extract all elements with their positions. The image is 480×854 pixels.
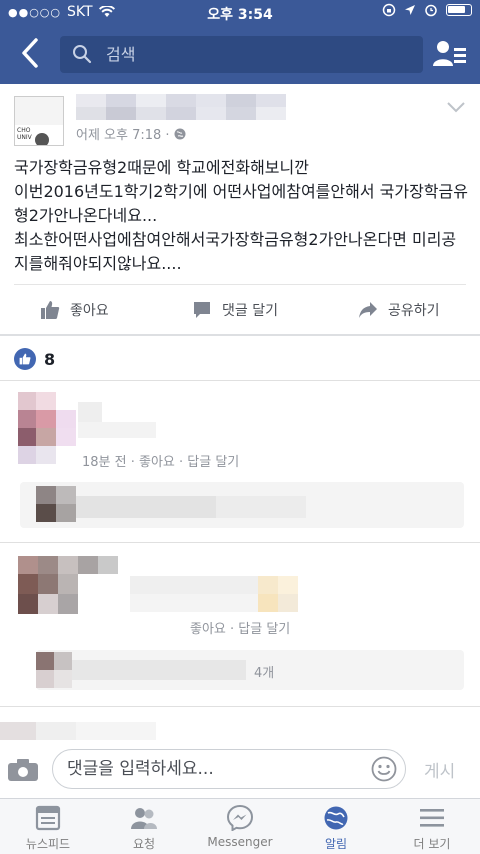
battery-icon (446, 4, 472, 16)
blurred-author-name[interactable] (76, 94, 286, 120)
share-arrow-icon (359, 302, 377, 318)
tab-news-feed[interactable]: 뉴스피드 (0, 805, 96, 852)
messenger-icon (226, 805, 254, 831)
divider (0, 380, 480, 381)
search-icon (73, 45, 92, 64)
tab-notifications[interactable]: 알림 (288, 805, 384, 852)
post-comment-button[interactable]: 게시 (424, 757, 455, 782)
top-navigation-bar (0, 26, 480, 84)
replies-count[interactable]: 4개 (254, 662, 274, 681)
post-line-1: 국가장학금유형2때문에 학교에전화해보니깐 (14, 158, 309, 177)
comment-input[interactable] (67, 750, 367, 788)
comment-button[interactable]: 댓글 달기 (192, 288, 278, 332)
share-button[interactable]: 공유하기 (358, 288, 440, 332)
likes-count: 8 (44, 349, 56, 369)
search-input[interactable] (106, 36, 406, 73)
camera-icon[interactable] (6, 757, 40, 783)
tab-messenger[interactable]: Messenger (192, 805, 288, 849)
globe-notifications-icon (324, 806, 348, 830)
post-options-chevron-icon[interactable] (446, 100, 466, 114)
post-header: CHO UNIV 어제 오후 7:18 · (0, 84, 480, 150)
friends-list-icon[interactable] (432, 38, 468, 70)
likes-summary[interactable]: 8 (14, 348, 55, 370)
rotation-lock-icon (382, 3, 396, 17)
comment-input-box[interactable] (52, 749, 406, 789)
reply-1-blurred[interactable] (20, 482, 464, 528)
friend-requests-icon (131, 808, 157, 829)
divider (14, 284, 466, 285)
globe-privacy-icon (174, 128, 186, 139)
back-arrow-icon[interactable] (16, 36, 44, 70)
comment-bubble-icon (194, 302, 210, 318)
location-icon (405, 5, 415, 15)
post-actions-bar: 좋아요 댓글 달기 공유하기 (0, 288, 480, 332)
post-line-3: 최소한어떤사업에참여안해서국가장학금유형2가안나온다면 미리공지를해줘야되지않나… (14, 230, 457, 273)
comment-2-blurred-text (130, 576, 298, 612)
like-reaction-icon (14, 348, 36, 370)
post-timestamp[interactable]: 어제 오후 7:18 · (76, 124, 186, 143)
emoji-icon[interactable] (371, 756, 397, 782)
post-line-2: 이번2016년도1학기2학기에 어떤사업에참여를안해서 국가장학금유형2가안나온… (14, 182, 468, 225)
menu-icon (420, 809, 444, 827)
comment-1-meta[interactable]: 18분 전 · 좋아요 · 답글 달기 (82, 451, 239, 470)
view-replies-row[interactable] (36, 650, 464, 690)
alarm-icon (425, 4, 437, 17)
thumbs-up-icon (41, 301, 60, 319)
comment-2-meta[interactable]: 좋아요 · 답글 달기 (190, 618, 290, 637)
post-text: 국가장학금유형2때문에 학교에전화해보니깐 이번2016년도1학기2학기에 어떤… (14, 156, 469, 276)
page-avatar[interactable]: CHO UNIV (14, 96, 64, 146)
tab-more[interactable]: 더 보기 (384, 805, 480, 852)
status-bar: ●●○○○ SKT 오후 3:54 (0, 0, 480, 26)
divider (0, 542, 480, 543)
comment-composer: 게시 (0, 740, 480, 798)
comment-1-avatar[interactable] (18, 392, 76, 464)
search-bar[interactable] (60, 36, 423, 73)
comment-1-blurred-text (78, 392, 156, 444)
divider (0, 706, 480, 707)
tab-friend-requests[interactable]: 요청 (96, 805, 192, 852)
comment-2-avatar[interactable] (18, 556, 130, 614)
section-divider (0, 334, 480, 336)
like-button[interactable]: 좋아요 (40, 288, 109, 332)
avatar-logo-mark: CHO UNIV (17, 127, 32, 141)
bottom-tab-bar: 뉴스피드 요청 Messenger 알림 더 보기 (0, 798, 480, 854)
news-feed-icon (35, 805, 61, 831)
